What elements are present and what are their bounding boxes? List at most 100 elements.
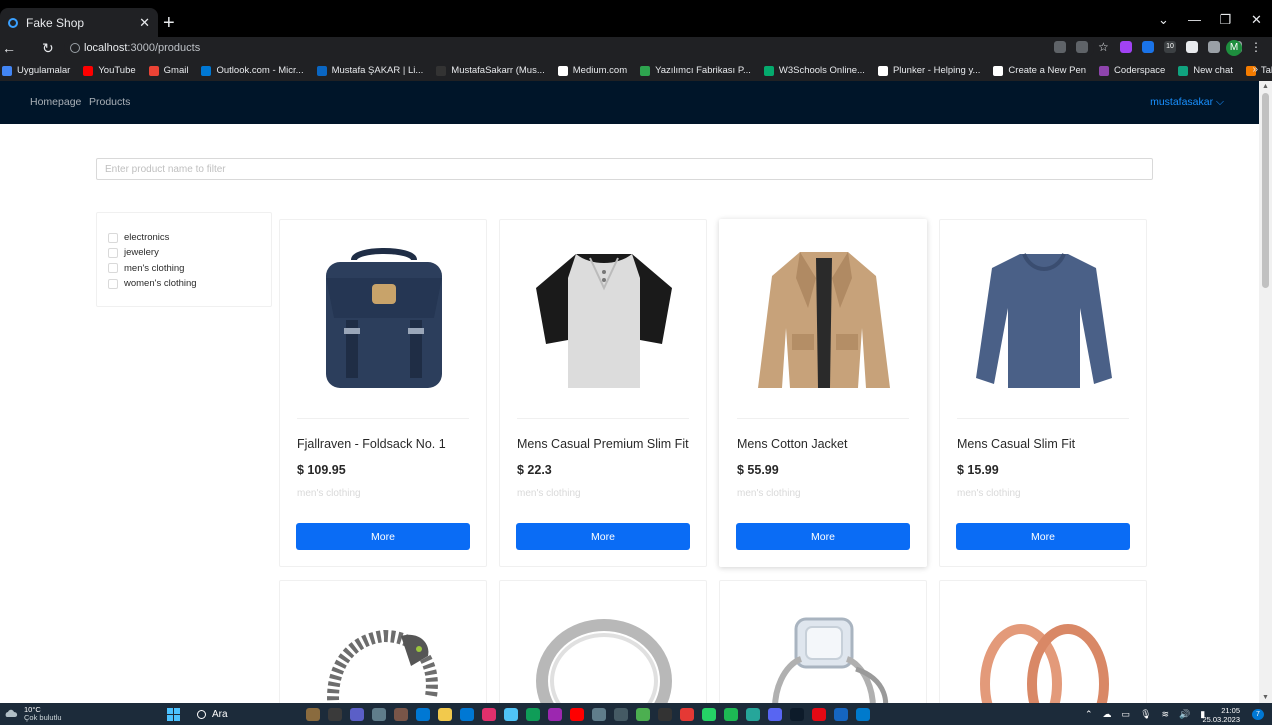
reading-list-icon[interactable] [1208, 41, 1220, 53]
chevron-up-icon[interactable]: ⌃ [1085, 709, 1093, 720]
laptop-icon[interactable]: ▭ [1122, 709, 1131, 720]
nav-homepage[interactable]: Homepage [30, 96, 81, 108]
task-view-icon[interactable] [328, 708, 342, 721]
bookmark-item[interactable]: New chat [1178, 65, 1233, 76]
filter-checkbox[interactable] [108, 247, 118, 258]
bookmark-item[interactable]: MustafaSakarr (Mus... [436, 65, 545, 76]
app-icon[interactable] [746, 708, 760, 721]
filter-option[interactable]: women's clothing [108, 276, 271, 291]
product-filter-input[interactable] [96, 158, 1153, 180]
app-icon[interactable] [306, 708, 320, 721]
filter-option[interactable]: jewelery [108, 245, 271, 260]
clock[interactable]: 21:05 25.03.2023 [1202, 706, 1240, 724]
app-icon[interactable] [526, 708, 540, 721]
microphone-icon[interactable]: 🎙 [1140, 709, 1151, 720]
youtube-icon[interactable] [570, 708, 584, 721]
vscode-icon[interactable] [856, 708, 870, 721]
scrollbar-thumb[interactable] [1262, 93, 1269, 288]
more-button[interactable]: More [516, 523, 690, 550]
camera-icon[interactable] [372, 708, 386, 721]
instagram-icon[interactable] [482, 708, 496, 721]
bookmark-item[interactable]: Medium.com [557, 65, 627, 76]
filter-option[interactable]: electronics [108, 230, 271, 245]
app-icon[interactable] [834, 708, 848, 721]
notification-badge[interactable]: 7 [1252, 709, 1264, 720]
minimize-icon[interactable]: — [1179, 12, 1210, 28]
maximize-icon[interactable]: ❐ [1210, 12, 1241, 28]
bookmark-item[interactable]: Plunker - Helping y... [877, 65, 980, 76]
file-explorer-icon[interactable] [438, 708, 452, 721]
app-icon[interactable] [504, 708, 518, 721]
teams-icon[interactable] [350, 708, 364, 721]
app-icon[interactable] [548, 708, 562, 721]
weather-widget[interactable]: 10°C Çok bulutlu [4, 706, 62, 722]
page-scrollbar[interactable]: ▲ ▼ [1259, 81, 1272, 703]
scroll-up-icon[interactable]: ▲ [1262, 83, 1269, 90]
chrome-menu-icon[interactable]: ⋮ [1250, 40, 1262, 54]
bookmark-item[interactable]: Uygulamalar [2, 65, 70, 76]
nav-products[interactable]: Products [89, 96, 130, 108]
chrome-icon[interactable] [636, 708, 650, 721]
product-card[interactable] [279, 580, 487, 721]
app-icon[interactable] [790, 708, 804, 721]
bookmark-item[interactable]: Mustafa ŞAKAR | Li... [316, 65, 423, 76]
bookmark-item[interactable]: Create a New Pen [993, 65, 1086, 76]
whatsapp-icon[interactable] [702, 708, 716, 721]
close-window-icon[interactable]: ✕ [1241, 12, 1272, 28]
translate-icon[interactable] [1054, 41, 1066, 53]
browser-tab[interactable]: Fake Shop ✕ [0, 8, 158, 37]
netflix-icon[interactable] [812, 708, 826, 721]
address-bar[interactable]: localhost:3000/products [64, 39, 1094, 58]
mail-icon[interactable] [460, 708, 474, 721]
wifi-icon[interactable]: ≋ [1162, 709, 1170, 720]
bookmark-item[interactable]: Outlook.com - Micr... [201, 65, 304, 76]
extension-icon[interactable] [1120, 41, 1132, 53]
profile-avatar[interactable]: M [1226, 40, 1242, 56]
bookmark-item[interactable]: Gmail [148, 65, 188, 76]
photos-icon[interactable] [592, 708, 606, 721]
taskbar-search[interactable]: Ara [197, 709, 228, 720]
filter-option[interactable]: men's clothing [108, 261, 271, 276]
tab-search-icon[interactable]: ⌄ [1148, 12, 1179, 28]
more-button[interactable]: More [296, 523, 470, 550]
start-icon[interactable] [167, 708, 180, 721]
filter-checkbox[interactable] [108, 263, 118, 274]
extensions-puzzle-icon[interactable] [1186, 41, 1198, 53]
back-icon[interactable]: ← [2, 40, 16, 56]
product-card[interactable]: Mens Casual Premium Slim Fit $ 22.3 men's … [499, 219, 707, 567]
product-card[interactable]: Fjallraven - Foldsack No. 1 $ 109.95 men's… [279, 219, 487, 567]
site-info-icon[interactable] [70, 43, 80, 53]
bookmark-item[interactable]: Coderspace [1099, 65, 1165, 76]
product-card[interactable] [719, 580, 927, 721]
reload-icon[interactable]: ↻ [42, 40, 54, 57]
bookmark-item[interactable]: Yazılımcı Fabrikası P... [640, 65, 751, 76]
new-tab-icon[interactable]: + [163, 13, 175, 33]
app-icon[interactable] [680, 708, 694, 721]
product-card[interactable] [939, 580, 1147, 721]
product-card[interactable]: Mens Cotton Jacket $ 55.99 men's clothing M… [719, 219, 927, 567]
scroll-down-icon[interactable]: ▼ [1262, 694, 1269, 701]
filter-checkbox[interactable] [108, 232, 118, 243]
share-icon[interactable] [1076, 41, 1088, 53]
more-button[interactable]: More [956, 523, 1130, 550]
volume-icon[interactable]: 🔊 [1179, 709, 1190, 720]
more-bookmarks-icon[interactable]: » [1252, 64, 1258, 75]
bookmark-item[interactable]: Takvim [1245, 65, 1272, 76]
bookmark-star-icon[interactable]: ☆ [1098, 41, 1110, 53]
more-button[interactable]: More [736, 523, 910, 550]
product-card[interactable] [499, 580, 707, 721]
bookmark-item[interactable]: W3Schools Online... [763, 65, 865, 76]
extension-badge[interactable]: 10 [1164, 41, 1176, 53]
calculator-icon[interactable] [614, 708, 628, 721]
bookmark-item[interactable]: YouTube [83, 65, 136, 76]
user-menu[interactable]: mustafasakar ⌵ [1150, 96, 1224, 109]
filter-checkbox[interactable] [108, 278, 118, 289]
app-icon[interactable] [658, 708, 672, 721]
edge-icon[interactable] [416, 708, 430, 721]
discord-icon[interactable] [768, 708, 782, 721]
app-icon[interactable] [394, 708, 408, 721]
close-tab-icon[interactable]: ✕ [139, 15, 150, 31]
extension-icon[interactable] [1142, 41, 1154, 53]
product-card[interactable]: Mens Casual Slim Fit $ 15.99 men's clothin… [939, 219, 1147, 567]
spotify-icon[interactable] [724, 708, 738, 721]
